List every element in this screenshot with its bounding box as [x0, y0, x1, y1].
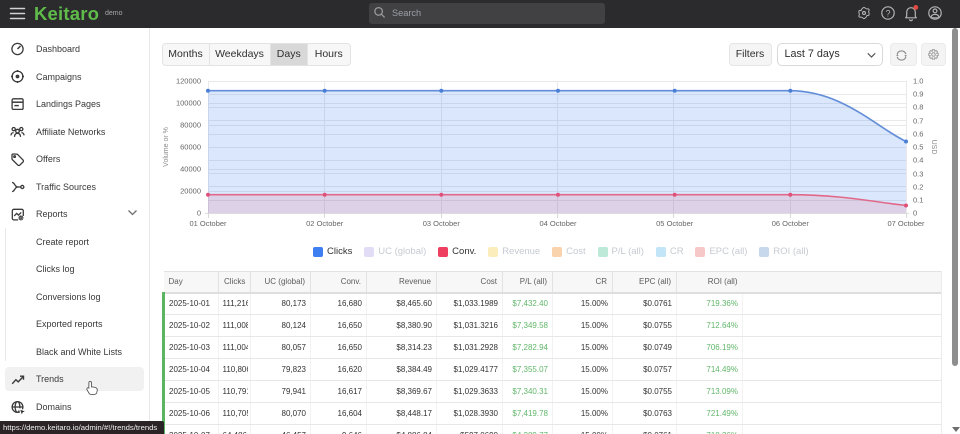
svg-text:0.1: 0.1	[913, 196, 923, 205]
svg-text:100000: 100000	[176, 99, 201, 108]
svg-text:?: ?	[885, 8, 890, 18]
svg-text:0.5: 0.5	[913, 143, 923, 152]
svg-text:02 October: 02 October	[306, 219, 344, 228]
svg-text:0.6: 0.6	[913, 130, 923, 139]
svg-text:120000: 120000	[176, 77, 201, 86]
svg-text:05 October: 05 October	[656, 219, 694, 228]
svg-text:Volume or %: Volume or %	[163, 127, 170, 167]
svg-text:0: 0	[913, 209, 917, 218]
svg-text:1.0: 1.0	[913, 77, 923, 86]
svg-text:0.8: 0.8	[913, 103, 923, 112]
svg-text:04 October: 04 October	[539, 219, 577, 228]
svg-text:0.3: 0.3	[913, 170, 923, 179]
svg-text:06 October: 06 October	[772, 219, 810, 228]
svg-text:01 October: 01 October	[189, 219, 227, 228]
svg-text:80000: 80000	[180, 121, 201, 130]
svg-text:03 October: 03 October	[423, 219, 461, 228]
svg-text:0.9: 0.9	[913, 90, 923, 99]
svg-text:40000: 40000	[180, 165, 201, 174]
svg-text:0.4: 0.4	[913, 156, 923, 165]
svg-text:0.2: 0.2	[913, 183, 923, 192]
svg-text:60000: 60000	[180, 143, 201, 152]
svg-text:0.7: 0.7	[913, 117, 923, 126]
svg-text:USD: USD	[930, 140, 937, 155]
svg-text:0: 0	[197, 209, 201, 218]
svg-text:07 October: 07 October	[887, 219, 925, 228]
svg-text:20000: 20000	[180, 187, 201, 196]
